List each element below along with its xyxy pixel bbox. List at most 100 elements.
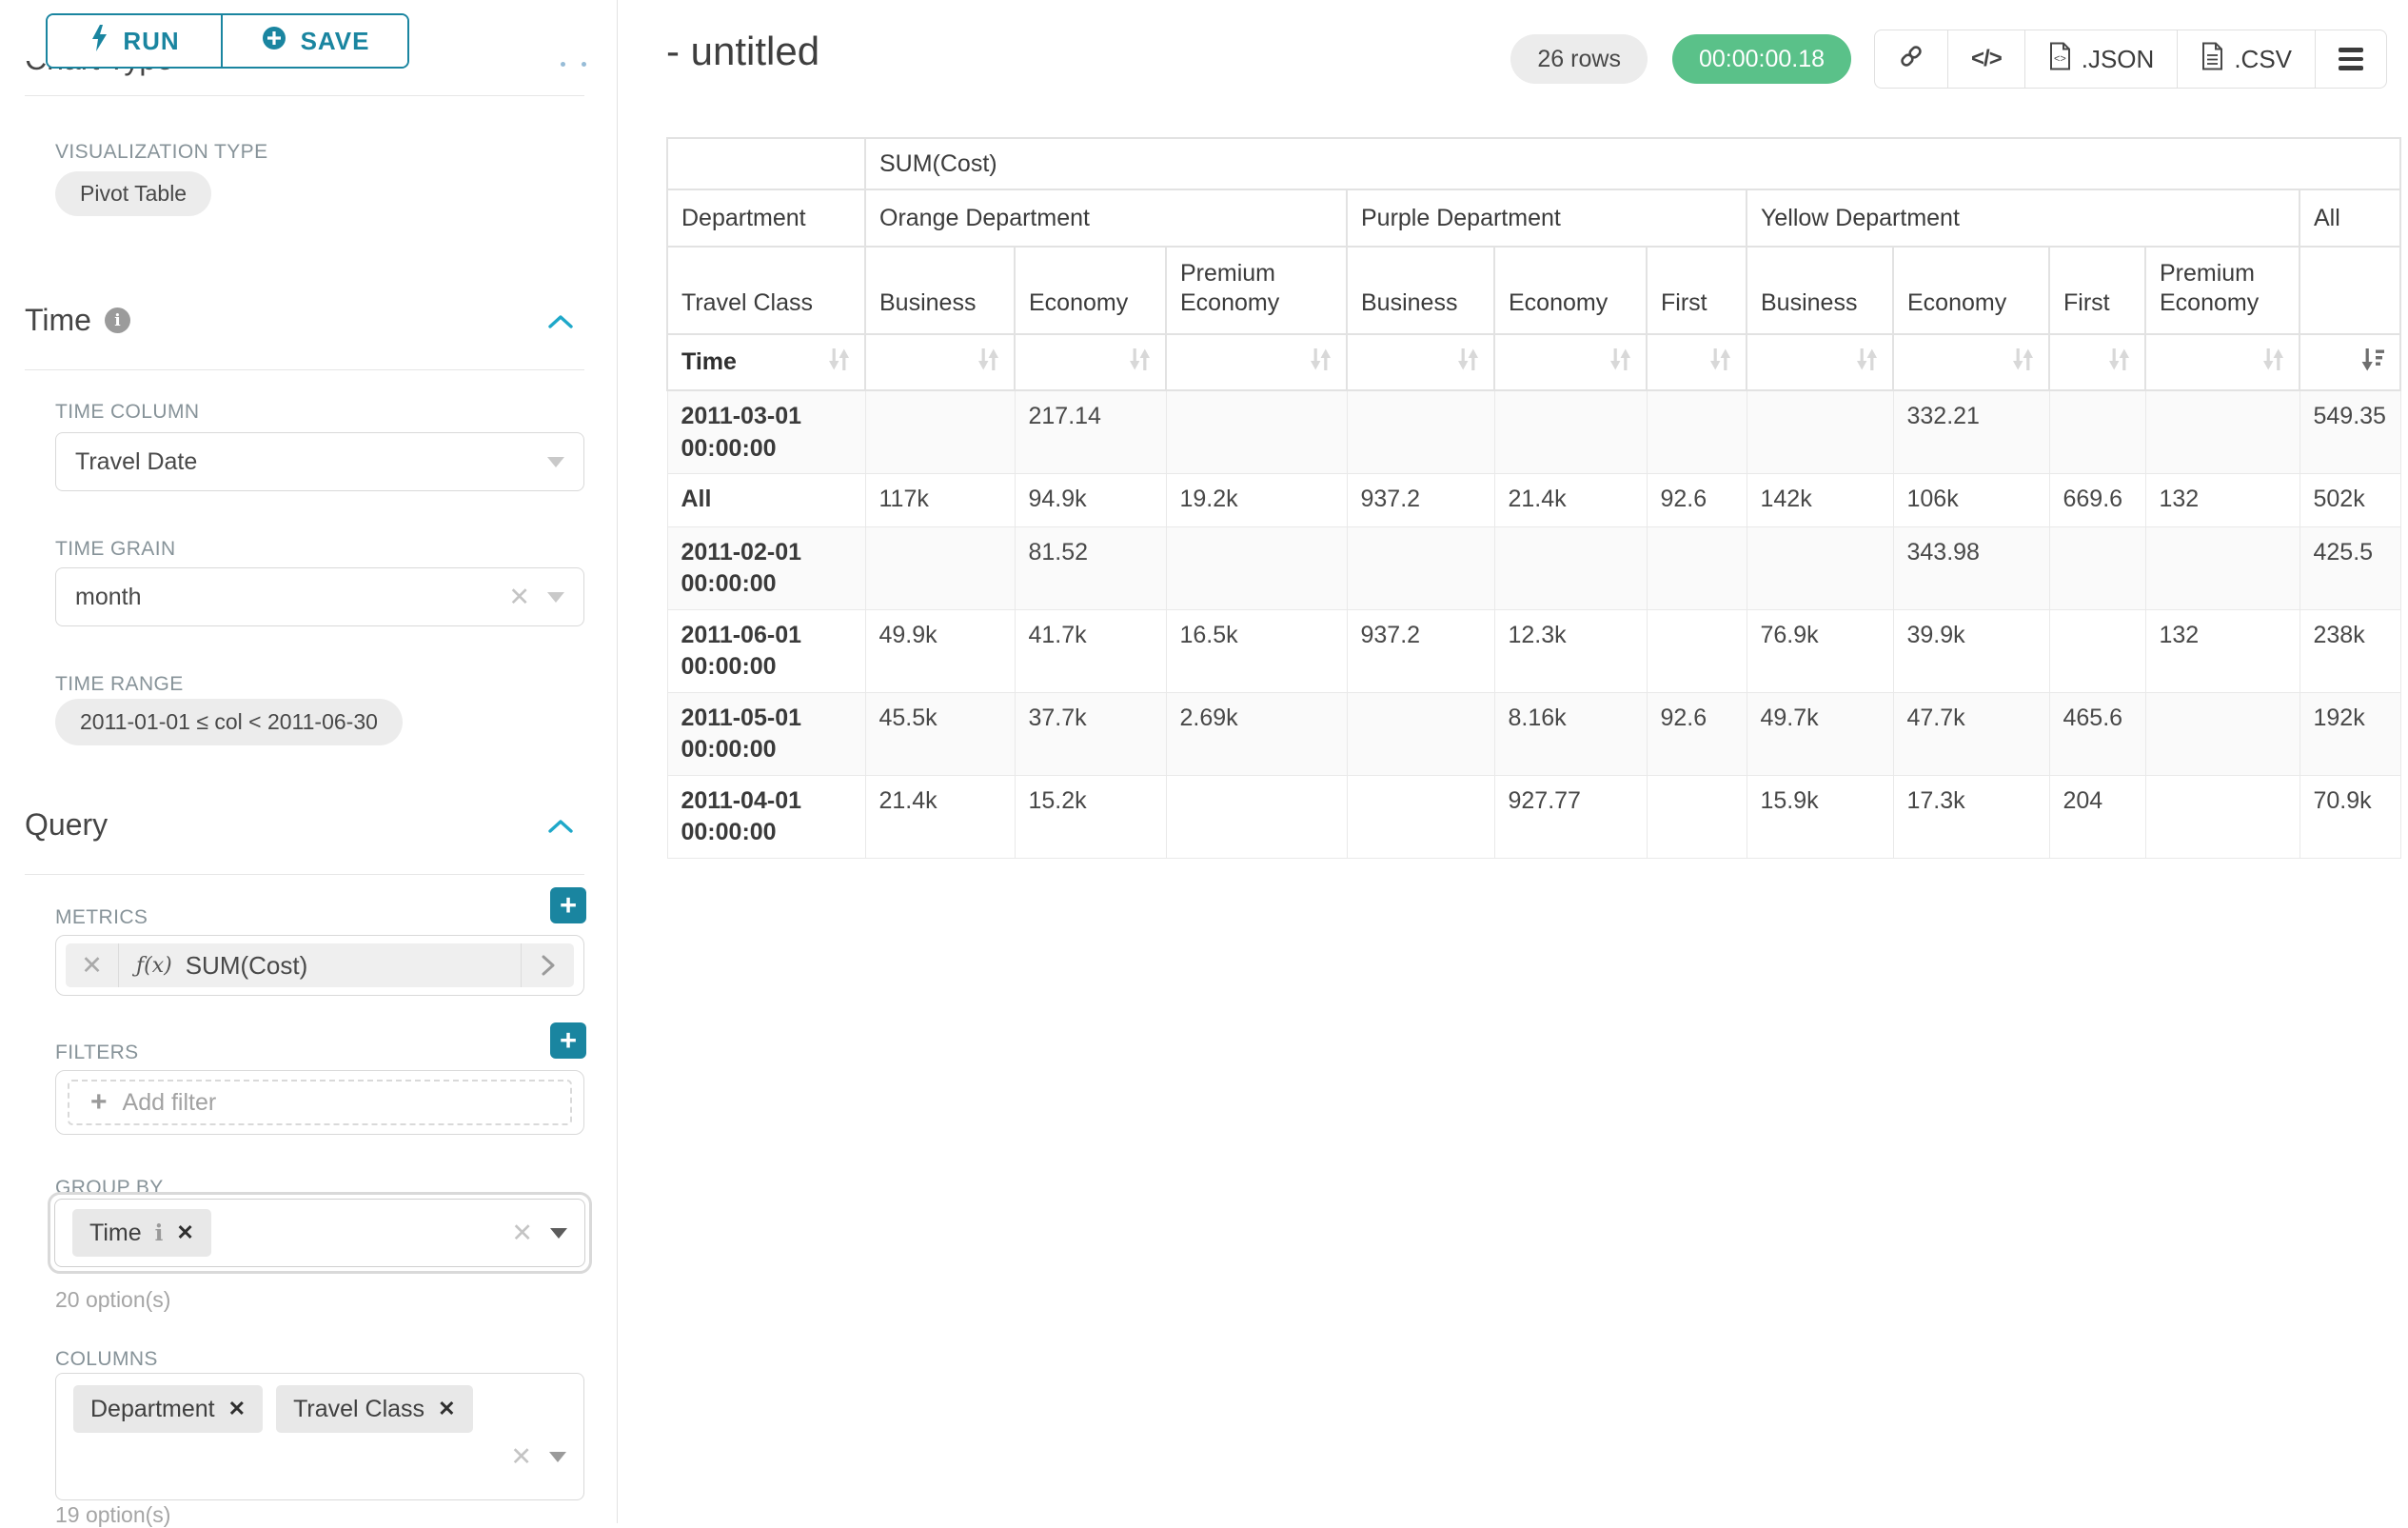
- code-icon: </>: [1971, 46, 2002, 72]
- subcolumn-header: Premium Economy: [2145, 247, 2299, 334]
- remove-tag-icon[interactable]: ✕: [438, 1397, 455, 1421]
- sort-header-cell[interactable]: [1494, 334, 1647, 390]
- sort-icon[interactable]: [1609, 346, 1632, 380]
- plus-circle-icon: [261, 25, 287, 58]
- value-cell: [2049, 390, 2145, 473]
- value-cell: [1747, 526, 1893, 609]
- column-group-header: Purple Department: [1347, 189, 1747, 247]
- value-cell: 217.14: [1015, 390, 1166, 473]
- divider: [25, 95, 584, 96]
- sort-header-cell[interactable]: [1747, 334, 1893, 390]
- sort-header-cell[interactable]: [1015, 334, 1166, 390]
- sort-icon[interactable]: [1708, 346, 1732, 380]
- value-cell: 238k: [2299, 609, 2400, 692]
- pivot-table-container: SUM(Cost)DepartmentOrange DepartmentPurp…: [666, 137, 2401, 859]
- row-header-cell: 2011-04-01 00:00:00: [667, 775, 865, 858]
- save-button[interactable]: SAVE: [223, 15, 407, 67]
- add-filter-button[interactable]: + Add filter: [68, 1080, 572, 1125]
- group-by-tag[interactable]: Timei✕: [72, 1209, 211, 1257]
- visualization-type-pill[interactable]: Pivot Table: [55, 171, 211, 216]
- export-json-label: .JSON: [2082, 45, 2155, 74]
- more-menu-button[interactable]: [2316, 30, 2386, 88]
- chevron-right-icon[interactable]: [521, 943, 574, 987]
- collapse-query-section-icon[interactable]: [546, 817, 575, 841]
- columns-options-hint: 19 option(s): [55, 1502, 170, 1528]
- remove-metric-icon[interactable]: ✕: [66, 943, 119, 987]
- clear-icon[interactable]: ✕: [510, 1444, 532, 1470]
- value-cell: [1347, 692, 1494, 775]
- value-cell: [2145, 692, 2299, 775]
- value-cell: 19.2k: [1166, 473, 1347, 526]
- value-cell: [865, 526, 1015, 609]
- row-header-cell: 2011-06-01 00:00:00: [667, 609, 865, 692]
- metric-pill[interactable]: ✕ ƒ(x) SUM(Cost): [66, 943, 574, 987]
- sort-header-cell[interactable]: [865, 334, 1015, 390]
- columns-tag[interactable]: Department✕: [73, 1385, 263, 1433]
- clear-icon[interactable]: ✕: [508, 585, 530, 610]
- value-cell: [2145, 775, 2299, 858]
- subcolumn-header: Economy: [1893, 247, 2049, 334]
- value-cell: 39.9k: [1893, 609, 2049, 692]
- value-cell: 81.52: [1015, 526, 1166, 609]
- sort-header-cell[interactable]: [1647, 334, 1747, 390]
- row-header-cell: 2011-05-01 00:00:00: [667, 692, 865, 775]
- add-metric-button[interactable]: +: [550, 887, 586, 923]
- add-filter-plus-button[interactable]: +: [550, 1022, 586, 1059]
- remove-tag-icon[interactable]: ✕: [176, 1220, 193, 1245]
- sort-icon[interactable]: [1855, 346, 1879, 380]
- run-button[interactable]: RUN: [48, 15, 223, 67]
- time-grain-select[interactable]: month ✕: [55, 567, 584, 626]
- sort-header-cell[interactable]: [2049, 334, 2145, 390]
- metrics-control: ✕ ƒ(x) SUM(Cost): [55, 935, 584, 996]
- collapse-time-section-icon[interactable]: [546, 312, 575, 336]
- metric-name: SUM(Cost): [186, 951, 308, 981]
- columns-select[interactable]: Department✕ Travel Class✕ ✕: [55, 1373, 584, 1500]
- value-cell: 47.7k: [1893, 692, 2049, 775]
- csv-file-icon: [2201, 42, 2224, 77]
- menu-icon: [2339, 48, 2363, 70]
- subcolumn-header: First: [1647, 247, 1747, 334]
- info-icon: i: [105, 308, 130, 333]
- sort-icon[interactable]: [1309, 346, 1332, 380]
- time-sort-header[interactable]: Time: [667, 334, 865, 390]
- value-cell: 937.2: [1347, 609, 1494, 692]
- sort-icon[interactable]: [2261, 346, 2285, 380]
- value-cell: 937.2: [1347, 473, 1494, 526]
- chart-title[interactable]: - untitled: [666, 29, 819, 74]
- export-csv-button[interactable]: .CSV: [2178, 30, 2316, 88]
- panel-drag-handle-dot[interactable]: [561, 62, 565, 67]
- sort-desc-icon[interactable]: [2360, 346, 2386, 380]
- group-by-select[interactable]: Timei✕ ✕: [48, 1192, 592, 1274]
- remove-tag-icon[interactable]: ✕: [228, 1397, 246, 1421]
- panel-drag-handle-dot[interactable]: [582, 62, 586, 67]
- svg-text:<>: <>: [2054, 53, 2066, 65]
- sort-header-cell[interactable]: [2299, 334, 2400, 390]
- time-column-select[interactable]: Travel Date: [55, 432, 584, 491]
- time-range-label: TIME RANGE: [55, 673, 184, 696]
- sort-icon[interactable]: [1128, 346, 1152, 380]
- query-timer-badge: 00:00:00.18: [1672, 34, 1851, 84]
- sort-header-cell[interactable]: [1347, 334, 1494, 390]
- subcolumn-header: Business: [1747, 247, 1893, 334]
- sort-header-cell[interactable]: [2145, 334, 2299, 390]
- columns-label: COLUMNS: [55, 1348, 158, 1371]
- export-json-button[interactable]: <> .JSON: [2025, 30, 2179, 88]
- time-section-heading: Time i: [25, 303, 130, 338]
- embed-code-button[interactable]: </>: [1948, 30, 2025, 88]
- time-range-pill[interactable]: 2011-01-01 ≤ col < 2011-06-30: [55, 699, 403, 745]
- sort-icon[interactable]: [977, 346, 1000, 380]
- value-cell: 669.6: [2049, 473, 2145, 526]
- sort-header-cell[interactable]: [1893, 334, 2049, 390]
- value-cell: 142k: [1747, 473, 1893, 526]
- sort-icon[interactable]: [827, 346, 851, 380]
- sort-icon[interactable]: [2107, 346, 2131, 380]
- sort-icon[interactable]: [2011, 346, 2035, 380]
- caret-down-icon: [547, 592, 564, 603]
- clear-icon[interactable]: ✕: [511, 1220, 533, 1246]
- sort-icon[interactable]: [1456, 346, 1480, 380]
- value-cell: 332.21: [1893, 390, 2049, 473]
- columns-tag[interactable]: Travel Class✕: [276, 1385, 472, 1433]
- sort-header-cell[interactable]: [1166, 334, 1347, 390]
- copy-link-button[interactable]: [1875, 30, 1948, 88]
- value-cell: [2145, 526, 2299, 609]
